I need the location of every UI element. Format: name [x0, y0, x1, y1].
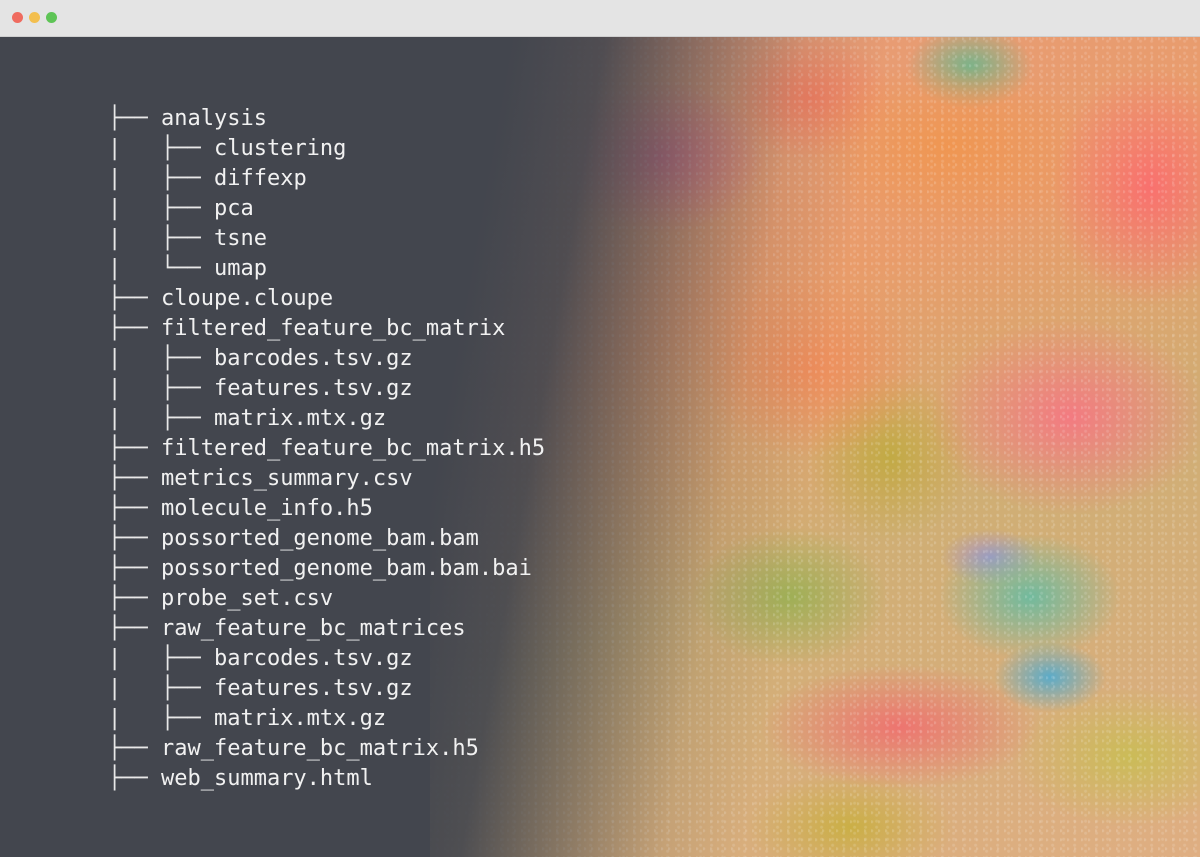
tree-item-name: web_summary.html [160, 766, 373, 791]
tree-item-name: filtered_feature_bc_matrix.h5 [160, 436, 546, 461]
tree-branch: | ├── [108, 406, 214, 431]
tree-item-name: matrix.mtx.gz [213, 706, 387, 731]
tree-item: ├── cloupe.cloupe [108, 284, 545, 314]
tree-item: | ├── barcodes.tsv.gz [108, 344, 545, 374]
tree-branch: ├── [108, 736, 161, 761]
tree-item: ├── analysis [108, 104, 545, 134]
tree-item-name: diffexp [213, 166, 307, 191]
tree-item-name: umap [213, 256, 267, 281]
tree-item: | ├── barcodes.tsv.gz [108, 644, 545, 674]
tree-item-name: possorted_genome_bam.bam.bai [160, 556, 532, 581]
tree-item-name: filtered_feature_bc_matrix [160, 316, 506, 341]
tree-branch: ├── [108, 616, 161, 641]
tree-item: | └── umap [108, 254, 545, 284]
maximize-window-button[interactable] [46, 12, 57, 23]
tree-item: ├── raw_feature_bc_matrix.h5 [108, 734, 545, 764]
tree-item-name: probe_set.csv [160, 586, 334, 611]
tree-item: ├── metrics_summary.csv [108, 464, 545, 494]
tree-item: ├── possorted_genome_bam.bam.bai [108, 554, 545, 584]
tree-item-name: analysis [160, 106, 267, 131]
tree-item-name: matrix.mtx.gz [213, 406, 387, 431]
tree-branch: | ├── [108, 196, 214, 221]
tree-branch: ├── [108, 316, 161, 341]
tree-item: ├── possorted_genome_bam.bam [108, 524, 545, 554]
tree-branch: | ├── [108, 676, 214, 701]
tree-item: | ├── matrix.mtx.gz [108, 404, 545, 434]
tree-item: | ├── clustering [108, 134, 545, 164]
tree-item-name: tsne [213, 226, 267, 251]
tree-item: ├── filtered_feature_bc_matrix.h5 [108, 434, 545, 464]
tree-branch: | ├── [108, 226, 214, 251]
tree-item: | ├── pca [108, 194, 545, 224]
tree-item: ├── filtered_feature_bc_matrix [108, 314, 545, 344]
tree-item-name: molecule_info.h5 [160, 496, 373, 521]
tree-item-name: pca [213, 196, 254, 221]
tree-branch: ├── [108, 586, 161, 611]
tree-branch: ├── [108, 766, 161, 791]
tree-item-name: features.tsv.gz [213, 376, 413, 401]
tree-item-name: cloupe.cloupe [160, 286, 334, 311]
tree-branch: ├── [108, 496, 161, 521]
tree-item-name: raw_feature_bc_matrices [160, 616, 466, 641]
tree-item: ├── probe_set.csv [108, 584, 545, 614]
tree-item: | ├── features.tsv.gz [108, 674, 545, 704]
tree-item: | ├── tsne [108, 224, 545, 254]
tree-branch: | ├── [108, 136, 214, 161]
tree-item-name: clustering [213, 136, 347, 161]
tree-branch: ├── [108, 436, 161, 461]
terminal-content: ├── analysis | ├── clustering | ├── diff… [0, 37, 1200, 857]
tree-item-name: metrics_summary.csv [160, 466, 413, 491]
tree-item: | ├── diffexp [108, 164, 545, 194]
tree-item-name: features.tsv.gz [213, 676, 413, 701]
close-window-button[interactable] [12, 12, 23, 23]
tree-branch: ├── [108, 106, 161, 131]
tree-branch: ├── [108, 286, 161, 311]
tree-item: | ├── features.tsv.gz [108, 374, 545, 404]
tree-item: ├── web_summary.html [108, 764, 545, 794]
tree-item: ├── molecule_info.h5 [108, 494, 545, 524]
tree-branch: ├── [108, 466, 161, 491]
tree-branch: | ├── [108, 646, 214, 671]
tree-branch: ├── [108, 556, 161, 581]
tree-item-name: raw_feature_bc_matrix.h5 [160, 736, 479, 761]
tree-branch: ├── [108, 526, 161, 551]
file-tree: ├── analysis | ├── clustering | ├── diff… [108, 104, 545, 794]
tree-item: | ├── matrix.mtx.gz [108, 704, 545, 734]
tree-item-name: barcodes.tsv.gz [213, 346, 413, 371]
title-bar [0, 0, 1200, 37]
tree-item-name: barcodes.tsv.gz [213, 646, 413, 671]
tree-item-name: possorted_genome_bam.bam [160, 526, 479, 551]
minimize-window-button[interactable] [29, 12, 40, 23]
tree-branch: | └── [108, 256, 214, 281]
tree-branch: | ├── [108, 706, 214, 731]
tree-item: ├── raw_feature_bc_matrices [108, 614, 545, 644]
terminal-window: ├── analysis | ├── clustering | ├── diff… [0, 0, 1200, 857]
tree-branch: | ├── [108, 166, 214, 191]
tree-branch: | ├── [108, 346, 214, 371]
tree-branch: | ├── [108, 376, 214, 401]
